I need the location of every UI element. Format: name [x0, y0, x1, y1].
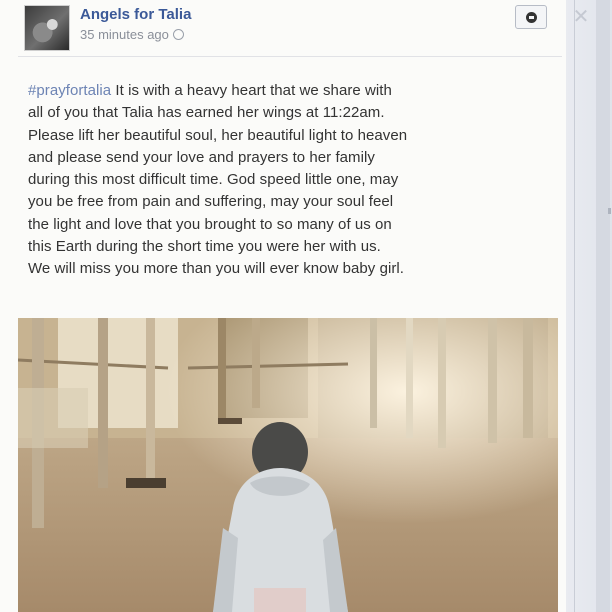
post-line: this Earth during the short time you wer…: [28, 238, 381, 256]
post-line: the light and love that you brought to s…: [28, 215, 392, 233]
scrollbar[interactable]: [596, 0, 610, 612]
hashtag-link[interactable]: #prayfortalia: [28, 82, 111, 99]
post-message: #prayfortalia It is with a heavy heart t…: [28, 80, 558, 281]
post-line: during this most difficult time. God spe…: [28, 171, 399, 189]
post-line: all of you that Talia has earned her win…: [28, 104, 385, 122]
globe-icon[interactable]: [172, 29, 184, 41]
page-avatar[interactable]: [24, 5, 70, 51]
scrollbar-marker: [608, 208, 611, 214]
header-divider: [18, 56, 562, 57]
post-line: We will miss you more than you will ever…: [28, 260, 404, 278]
page-name-link[interactable]: Angels for Talia: [80, 6, 191, 23]
post-options-button[interactable]: [515, 5, 547, 29]
photo-illustration: [18, 318, 558, 612]
post-line: and please send your love and prayers to…: [28, 148, 375, 166]
post-line: #prayfortalia It is with a heavy heart t…: [28, 82, 392, 99]
post-meta: 35 minutes ago: [80, 27, 184, 42]
post-line: Please lift her beautiful soul, her beau…: [28, 126, 408, 144]
post-photo[interactable]: [18, 318, 558, 612]
post-timestamp[interactable]: 35 minutes ago: [80, 27, 169, 42]
post-line: you be free from pain and suffering, may…: [28, 193, 394, 211]
options-chevron-icon: [525, 11, 537, 23]
gutter-divider: [574, 0, 575, 612]
close-icon[interactable]: ✕: [570, 6, 592, 28]
right-scroll-gutter: ✕: [566, 0, 612, 612]
